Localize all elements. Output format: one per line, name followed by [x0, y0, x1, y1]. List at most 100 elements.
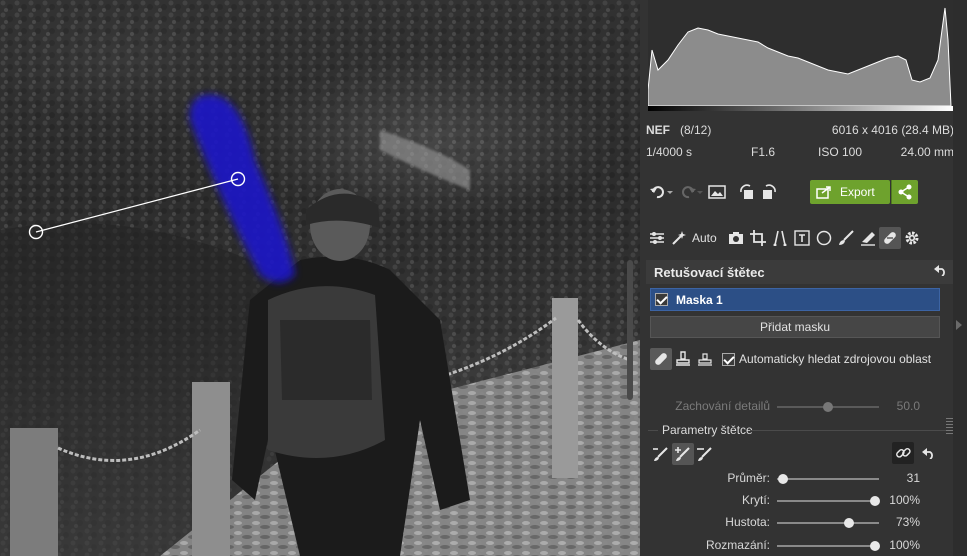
tab-text[interactable] [791, 227, 813, 249]
brush-reset-button[interactable] [918, 442, 940, 464]
photo-canvas[interactable] [0, 0, 640, 556]
tab-settings[interactable] [901, 227, 923, 249]
diameter-slider[interactable]: Průměr: 31 [640, 470, 954, 488]
text-icon [793, 230, 810, 246]
export-icon [816, 186, 831, 199]
exif-focal-length: 24.00 mm [900, 145, 954, 159]
undo-arrow-icon [922, 448, 933, 459]
compare-image-button[interactable] [706, 181, 728, 203]
retouch-tool-row: Automaticky hledat zdrojovou oblast [650, 347, 954, 371]
slider-value: 50.0 [896, 399, 920, 413]
fence-post [192, 382, 230, 556]
clone-stamp-alt-button[interactable] [694, 348, 716, 370]
panel-scroll-grip[interactable] [946, 418, 953, 434]
export-button[interactable]: Export [810, 180, 890, 204]
link-icon [896, 448, 911, 458]
exif-shutter: 1/4000 s [646, 145, 693, 159]
stamp-outline-icon [698, 353, 712, 366]
tab-auto-enhance[interactable] [668, 227, 690, 249]
slider-knob[interactable] [869, 541, 880, 551]
clone-stamp-button[interactable] [672, 348, 694, 370]
histogram-gradient [648, 106, 954, 111]
detail-preservation-slider[interactable]: Zachování detailů 50.0 [640, 398, 954, 416]
slider-knob[interactable] [823, 402, 833, 412]
brush-params-title: Parametry štětce [662, 423, 753, 437]
slider-value: 100% [889, 493, 920, 507]
slider-knob[interactable] [844, 518, 855, 528]
add-mask-button[interactable]: Přidat masku [650, 316, 940, 338]
brush-plus-icon [675, 447, 690, 461]
fence-post [552, 298, 578, 478]
opacity-slider[interactable]: Krytí: 100% [640, 492, 954, 510]
auto-source-checkbox[interactable] [722, 352, 735, 366]
tab-brush[interactable] [835, 227, 857, 249]
rotate-right-button[interactable] [758, 181, 780, 203]
tab-camera[interactable] [725, 227, 747, 249]
chevron-right-icon [956, 320, 962, 330]
slider-label: Průměr: [727, 471, 770, 485]
circle-icon [816, 230, 831, 246]
slider-label: Zachování detailů [675, 399, 770, 413]
slider-label: Rozmazání: [705, 538, 770, 552]
slider-label: Krytí: [741, 493, 770, 507]
slider-label: Hustota: [725, 515, 770, 529]
tab-perspective[interactable] [769, 227, 791, 249]
brush-mode-erase-button[interactable] [650, 443, 672, 465]
brush-mode-add-button[interactable] [672, 443, 694, 465]
section-reset-button[interactable] [934, 264, 948, 279]
file-info-row: NEF (8/12) 6016 x 4016 (28.4 MB) [646, 123, 954, 139]
auto-source-option[interactable]: Automaticky hledat zdrojovou oblast [722, 352, 931, 366]
tab-gradient[interactable] [857, 227, 879, 249]
rotate-left-button[interactable] [736, 181, 758, 203]
tab-adjustments[interactable] [646, 227, 668, 249]
image-icon [708, 185, 726, 199]
file-index: (8/12) [680, 123, 712, 137]
divider [648, 430, 658, 431]
file-format: NEF [646, 123, 670, 137]
photo-scene [0, 0, 640, 556]
canvas-scrollbar[interactable] [627, 260, 633, 400]
section-title: Retušovací štětec [654, 265, 765, 280]
slider-knob[interactable] [778, 474, 789, 484]
slider-track[interactable] [777, 500, 879, 502]
mask-visibility-checkbox[interactable] [655, 293, 668, 306]
divider [750, 430, 946, 431]
slider-knob[interactable] [869, 496, 880, 506]
crop-icon [749, 230, 766, 246]
bandage-icon [655, 353, 667, 365]
tool-tabs: Auto [646, 225, 954, 251]
retouch-section-header[interactable]: Retušovací štětec [646, 260, 954, 284]
redo-icon [682, 186, 703, 199]
undo-arrow-icon [934, 265, 945, 277]
panel-collapse-strip[interactable] [953, 0, 967, 556]
brush-icon [838, 230, 854, 245]
mask-list-item[interactable]: Maska 1 [650, 288, 940, 311]
link-settings-button[interactable] [892, 442, 914, 464]
stamp-icon [676, 351, 690, 366]
tab-radial-filter[interactable] [813, 227, 835, 249]
tab-retouch[interactable] [878, 227, 901, 249]
slider-track[interactable] [777, 522, 879, 524]
slider-track[interactable] [777, 545, 879, 547]
brush-mode-line-button[interactable] [694, 443, 716, 465]
action-toolbar [646, 179, 780, 205]
undo-button[interactable] [646, 181, 676, 203]
histogram [648, 0, 954, 110]
slider-value: 73% [895, 515, 920, 529]
share-button[interactable] [892, 180, 918, 204]
redo-button[interactable] [676, 181, 706, 203]
auto-source-label: Automaticky hledat zdrojovou oblast [739, 352, 932, 366]
feather-slider[interactable]: Rozmazání: 100% [640, 537, 954, 555]
brush-line-icon [697, 447, 712, 461]
retouch-brush-button[interactable] [650, 348, 672, 370]
eraser-icon [860, 232, 875, 246]
auto-label[interactable]: Auto [692, 231, 717, 245]
density-slider[interactable]: Hustota: 73% [640, 514, 954, 532]
tab-crop[interactable] [747, 227, 769, 249]
retouch-icon [883, 232, 896, 244]
slider-value: 31 [906, 471, 920, 485]
slider-track[interactable] [777, 478, 879, 480]
mask-name: Maska 1 [676, 292, 723, 307]
brush-minus-icon [653, 447, 668, 461]
slider-value: 100% [889, 538, 920, 552]
